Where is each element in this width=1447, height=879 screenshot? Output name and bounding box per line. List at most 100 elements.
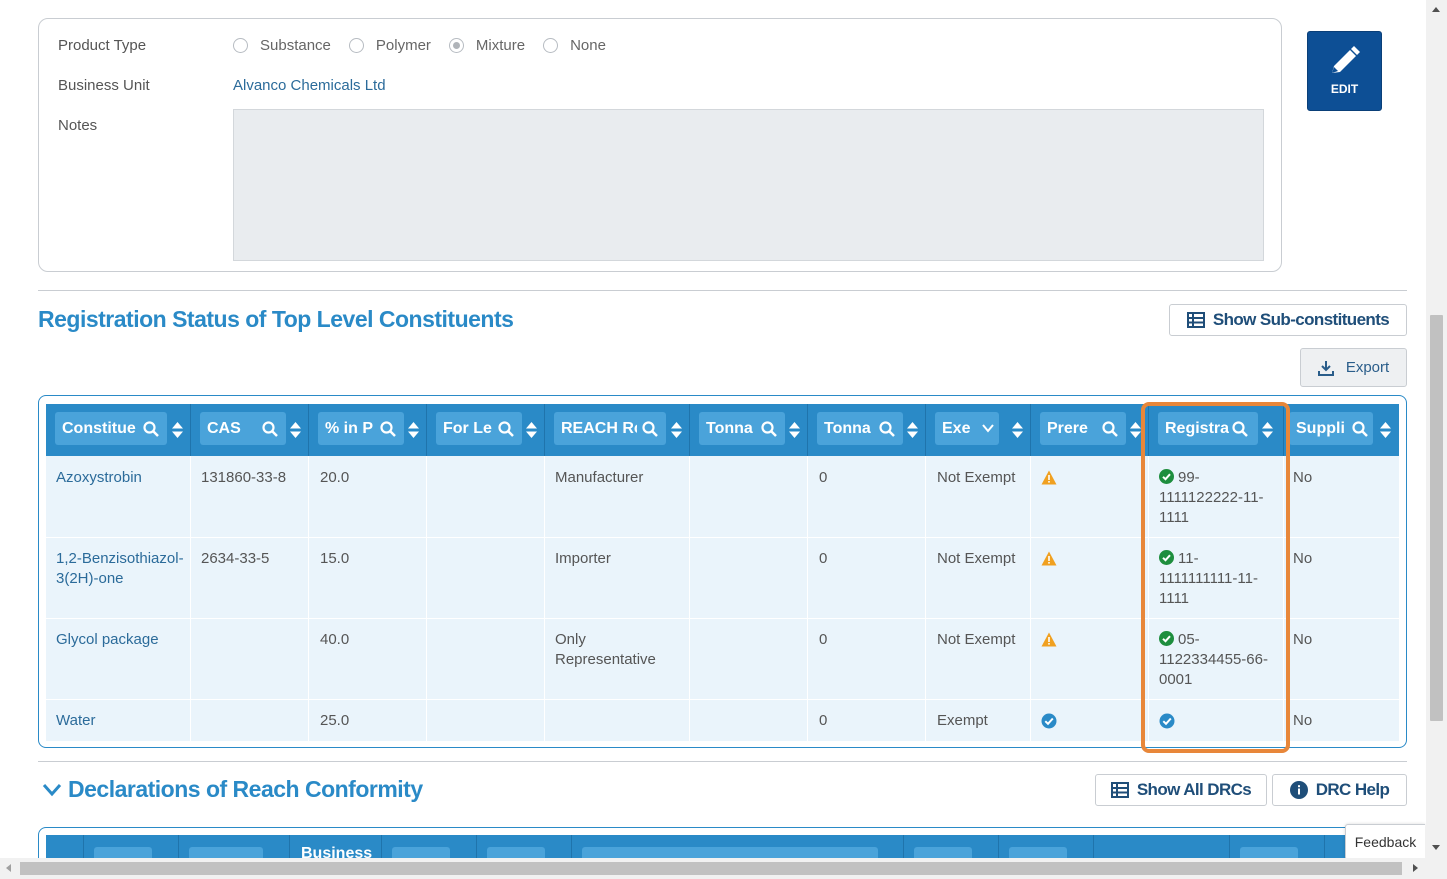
edit-button[interactable]: EDIT xyxy=(1307,31,1382,111)
scroll-left-arrow-icon[interactable] xyxy=(6,864,11,872)
supplier-cell: No xyxy=(1293,631,1313,648)
col-divider xyxy=(1283,456,1284,741)
sort-icon[interactable] xyxy=(1380,422,1391,438)
percent-cell: 15.0 xyxy=(320,550,350,567)
row-divider xyxy=(46,699,1399,700)
radio-label: None xyxy=(570,37,606,54)
drc-section-title[interactable]: Declarations of Reach Conformity xyxy=(68,776,423,803)
registration-cell: 99-1111122222-11-1111 xyxy=(1159,468,1269,528)
header-registration[interactable]: Registra xyxy=(1149,404,1284,456)
info-icon xyxy=(1289,781,1308,799)
constituent-link[interactable]: Glycol package xyxy=(56,630,186,650)
horizontal-scrollbar-thumb[interactable] xyxy=(20,862,1402,875)
search-icon[interactable] xyxy=(879,421,895,437)
constituent-link[interactable]: 1,2-Benzisothiazol-3(2H)-one xyxy=(56,549,186,589)
radio-circle[interactable] xyxy=(233,38,248,53)
header-exemption[interactable]: Exe xyxy=(926,404,1031,456)
radio-circle[interactable] xyxy=(348,38,364,53)
feedback-button[interactable]: Feedback xyxy=(1345,824,1425,860)
header-reach-role[interactable]: REACH Rc xyxy=(545,404,690,456)
exemption-cell: Not Exempt xyxy=(937,631,1016,648)
search-icon[interactable] xyxy=(498,421,514,437)
drc-help-button[interactable]: DRC Help xyxy=(1272,774,1407,806)
show-sub-constituents-label: Show Sub-constituents xyxy=(1212,310,1390,329)
radio-polymer[interactable]: Polymer xyxy=(348,37,431,54)
sort-icon[interactable] xyxy=(526,422,537,438)
sort-icon[interactable] xyxy=(290,422,301,438)
scroll-right-arrow-icon[interactable] xyxy=(1413,864,1418,872)
radio-label: Mixture xyxy=(475,37,526,54)
header-cas[interactable]: CAS xyxy=(191,404,309,456)
search-icon[interactable] xyxy=(143,421,159,437)
notes-label: Notes xyxy=(58,117,98,134)
header-tonnage-1[interactable]: Tonna xyxy=(690,404,808,456)
header-label: % in P xyxy=(325,420,374,437)
header-supplier[interactable]: Suppli xyxy=(1284,404,1399,456)
radio-circle[interactable] xyxy=(448,38,464,53)
sort-icon[interactable] xyxy=(1130,422,1141,438)
tonnage-cell: 0 xyxy=(819,550,828,567)
sort-icon[interactable] xyxy=(671,422,682,438)
header-percent[interactable]: % in P xyxy=(309,404,427,456)
radio-circle[interactable] xyxy=(543,38,559,53)
export-button[interactable]: Export xyxy=(1300,348,1407,387)
constituent-link[interactable]: Azoxystrobin xyxy=(56,468,186,488)
col-divider xyxy=(1030,456,1031,741)
sort-icon[interactable] xyxy=(907,422,918,438)
drc-help-label: DRC Help xyxy=(1315,780,1390,799)
radio-mixture[interactable]: Mixture xyxy=(448,37,526,54)
percent-cell: 20.0 xyxy=(320,469,350,486)
verified-check-icon xyxy=(1041,713,1057,729)
sort-icon[interactable] xyxy=(408,422,419,438)
vertical-scrollbar[interactable] xyxy=(1426,0,1447,858)
sort-icon[interactable] xyxy=(172,422,183,438)
search-icon[interactable] xyxy=(262,421,278,437)
tonnage-cell: 0 xyxy=(819,469,828,486)
chevron-down-icon[interactable] xyxy=(42,783,62,797)
registration-section-title: Registration Status of Top Level Constit… xyxy=(38,306,514,332)
col-divider xyxy=(426,456,427,741)
constituent-link[interactable]: Water xyxy=(56,711,186,731)
row-divider xyxy=(46,618,1399,619)
header-label: For Le xyxy=(443,420,492,437)
scroll-down-arrow-icon[interactable] xyxy=(1432,845,1440,850)
sort-icon[interactable] xyxy=(789,422,800,438)
header-prereg[interactable]: Prere xyxy=(1031,404,1149,456)
search-icon[interactable] xyxy=(1232,421,1248,437)
check-circle-icon xyxy=(1159,631,1174,646)
search-icon[interactable] xyxy=(380,421,396,437)
chevron-down-icon[interactable] xyxy=(982,424,994,433)
search-icon[interactable] xyxy=(1102,421,1118,437)
business-unit-value[interactable]: Alvanco Chemicals Ltd xyxy=(233,77,386,94)
vertical-scrollbar-thumb[interactable] xyxy=(1430,315,1443,721)
exemption-cell: Not Exempt xyxy=(937,550,1016,567)
download-icon xyxy=(1317,360,1334,376)
search-icon[interactable] xyxy=(761,421,777,437)
search-icon[interactable] xyxy=(642,421,658,437)
sort-icon[interactable] xyxy=(1262,422,1273,438)
warning-icon xyxy=(1041,632,1057,647)
header-constituent[interactable]: Constitue xyxy=(46,404,191,456)
search-icon[interactable] xyxy=(1352,421,1368,437)
header-for-legal[interactable]: For Le xyxy=(427,404,545,456)
header-tonnage-2[interactable]: Tonna xyxy=(808,404,926,456)
sort-icon[interactable] xyxy=(1012,422,1023,438)
product-type-label: Product Type xyxy=(58,37,147,54)
header-label: Exe xyxy=(942,420,971,437)
show-all-drcs-label: Show All DRCs xyxy=(1136,780,1252,799)
reach-role-cell: Only Representative xyxy=(555,631,656,668)
radio-none[interactable]: None xyxy=(543,37,606,54)
radio-substance[interactable]: Substance xyxy=(233,37,331,54)
show-all-drcs-button[interactable]: Show All DRCs xyxy=(1095,774,1267,806)
supplier-cell: No xyxy=(1293,469,1313,486)
header-divider xyxy=(289,835,290,860)
header-divider xyxy=(381,835,382,860)
header-divider xyxy=(998,835,999,860)
header-label: REACH Rc xyxy=(561,420,637,437)
warning-icon xyxy=(1041,551,1057,566)
table-icon xyxy=(1186,312,1205,328)
notes-textarea[interactable] xyxy=(233,109,1264,261)
horizontal-scrollbar[interactable] xyxy=(0,858,1426,879)
scroll-up-arrow-icon[interactable] xyxy=(1432,7,1440,12)
show-sub-constituents-button[interactable]: Show Sub-constituents xyxy=(1169,304,1407,336)
